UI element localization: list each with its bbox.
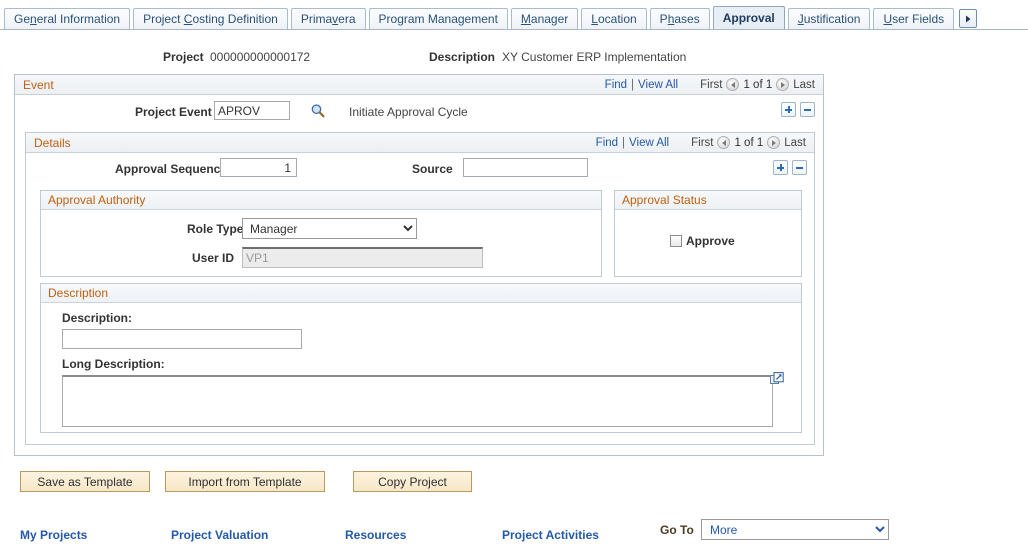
tab-label: Primavera <box>300 12 356 26</box>
approval-status-header: Approval Status <box>615 191 801 210</box>
approval-authority-panel: Approval Authority Role Type Manager Use… <box>40 190 602 277</box>
details-add-row-button[interactable] <box>773 160 788 175</box>
approval-authority-header: Approval Authority <box>41 191 601 210</box>
tab-general-information[interactable]: General Information <box>4 8 131 29</box>
event-panel: Event Find | View All First 1 of 1 Last … <box>14 74 824 456</box>
approval-sequence-input[interactable] <box>220 158 297 177</box>
details-next-row-icon[interactable] <box>767 136 781 149</box>
event-first-link[interactable]: First <box>700 79 722 91</box>
details-nav-separator: | <box>622 136 626 149</box>
tab-label: Justification <box>797 12 861 26</box>
tab-label: Manager <box>520 12 569 26</box>
save-as-template-button[interactable]: Save as Template <box>20 471 150 492</box>
event-add-row-button[interactable] <box>781 102 796 117</box>
approval-status-title: Approval Status <box>622 193 707 207</box>
link-project-activities[interactable]: Project Activities <box>502 528 599 542</box>
long-description-label: Long Description: <box>62 357 165 371</box>
description-section-title: Description <box>48 286 109 300</box>
tab-label: Approval <box>722 11 775 25</box>
project-event-label: Project Event <box>135 105 212 119</box>
tab-manager[interactable]: Manager <box>510 8 579 29</box>
details-view-all-link[interactable]: View All <box>629 137 669 149</box>
event-grid-nav: Find | View All First 1 of 1 Last <box>605 78 815 91</box>
link-project-valuation[interactable]: Project Valuation <box>171 528 268 542</box>
long-description-textarea[interactable] <box>62 375 773 427</box>
user-id-input[interactable] <box>242 247 483 268</box>
details-delete-row-button[interactable] <box>792 160 807 175</box>
role-type-label: Role Type <box>187 222 244 236</box>
import-from-template-button[interactable]: Import from Template <box>165 471 325 492</box>
project-event-input[interactable] <box>214 101 290 120</box>
project-label: Project <box>163 50 204 64</box>
details-row-counter: 1 of 1 <box>734 136 764 149</box>
tab-program-management[interactable]: Program Management <box>368 8 508 29</box>
approve-checkbox-wrapper[interactable]: Approve <box>670 234 735 248</box>
event-group-header: Event Find | View All First 1 of 1 Last <box>15 75 823 95</box>
event-delete-row-button[interactable] <box>800 102 815 117</box>
tab-label: General Information <box>14 12 121 26</box>
tab-label: Phases <box>659 12 700 26</box>
details-group-header: Details Find | View All First 1 of 1 Las… <box>26 133 814 153</box>
project-id-value: 000000000000172 <box>210 50 311 64</box>
tab-label: Location <box>591 12 637 26</box>
copy-project-button[interactable]: Copy Project <box>353 471 472 492</box>
project-description-value: XY Customer ERP Implementation <box>502 50 687 64</box>
source-label: Source <box>412 162 453 176</box>
user-id-label: User ID <box>192 251 235 265</box>
details-row-buttons <box>773 160 807 175</box>
approval-status-panel: Approval Status Approve <box>614 190 802 277</box>
details-last-link[interactable]: Last <box>784 137 806 149</box>
source-input[interactable] <box>463 158 588 177</box>
event-view-all-link[interactable]: View All <box>638 79 678 91</box>
approve-checkbox[interactable] <box>670 235 682 247</box>
tab-user-fields[interactable]: User Fields <box>873 8 955 29</box>
tab-justification[interactable]: Justification <box>787 8 871 29</box>
approval-sequence-label: Approval Sequence <box>115 162 228 176</box>
tab-project-costing-definition[interactable]: Project Costing Definition <box>133 8 288 29</box>
event-find-link[interactable]: Find <box>605 79 627 91</box>
event-group-title: Event <box>23 78 54 92</box>
details-first-link[interactable]: First <box>691 137 713 149</box>
tab-phases[interactable]: Phases <box>649 8 710 29</box>
tab-label: Program Management <box>378 12 498 26</box>
description-field-label: Description: <box>62 311 133 325</box>
link-my-projects[interactable]: My Projects <box>20 528 87 542</box>
description-panel: Description Description: Long Descriptio… <box>40 283 802 433</box>
details-panel: Details Find | View All First 1 of 1 Las… <box>25 132 815 445</box>
description-section-header: Description <box>41 284 801 303</box>
event-description-text: Initiate Approval Cycle <box>349 105 468 119</box>
tab-bar: General Information Project Costing Defi… <box>0 0 1028 30</box>
description-label: Description <box>429 50 496 64</box>
search-icon[interactable] <box>310 103 326 119</box>
project-header: Project 000000000000172 Description XY C… <box>0 46 1028 70</box>
event-previous-row-icon[interactable] <box>726 78 740 91</box>
event-row-buttons <box>781 102 815 117</box>
role-type-select[interactable]: Manager <box>242 218 417 239</box>
description-input[interactable] <box>62 329 302 349</box>
approval-authority-title: Approval Authority <box>48 193 146 207</box>
details-previous-row-icon[interactable] <box>717 136 731 149</box>
tab-approval[interactable]: Approval <box>712 6 785 29</box>
tab-label: User Fields <box>883 12 945 26</box>
details-group-title: Details <box>34 136 71 150</box>
event-nav-separator: | <box>631 78 635 91</box>
tab-location[interactable]: Location <box>581 8 647 29</box>
event-row-counter: 1 of 1 <box>743 78 773 91</box>
goto-select[interactable]: More <box>701 519 889 540</box>
details-find-link[interactable]: Find <box>596 137 618 149</box>
details-grid-nav: Find | View All First 1 of 1 Last <box>596 136 806 149</box>
expand-popup-icon[interactable] <box>770 372 784 386</box>
event-last-link[interactable]: Last <box>793 79 815 91</box>
chevron-right-icon[interactable] <box>959 9 978 28</box>
event-next-row-icon[interactable] <box>776 78 790 91</box>
approve-label: Approve <box>686 234 735 248</box>
goto-label: Go To <box>660 523 694 537</box>
tab-primavera[interactable]: Primavera <box>290 8 366 29</box>
link-resources[interactable]: Resources <box>345 528 406 542</box>
tab-label: Project Costing Definition <box>143 12 278 26</box>
